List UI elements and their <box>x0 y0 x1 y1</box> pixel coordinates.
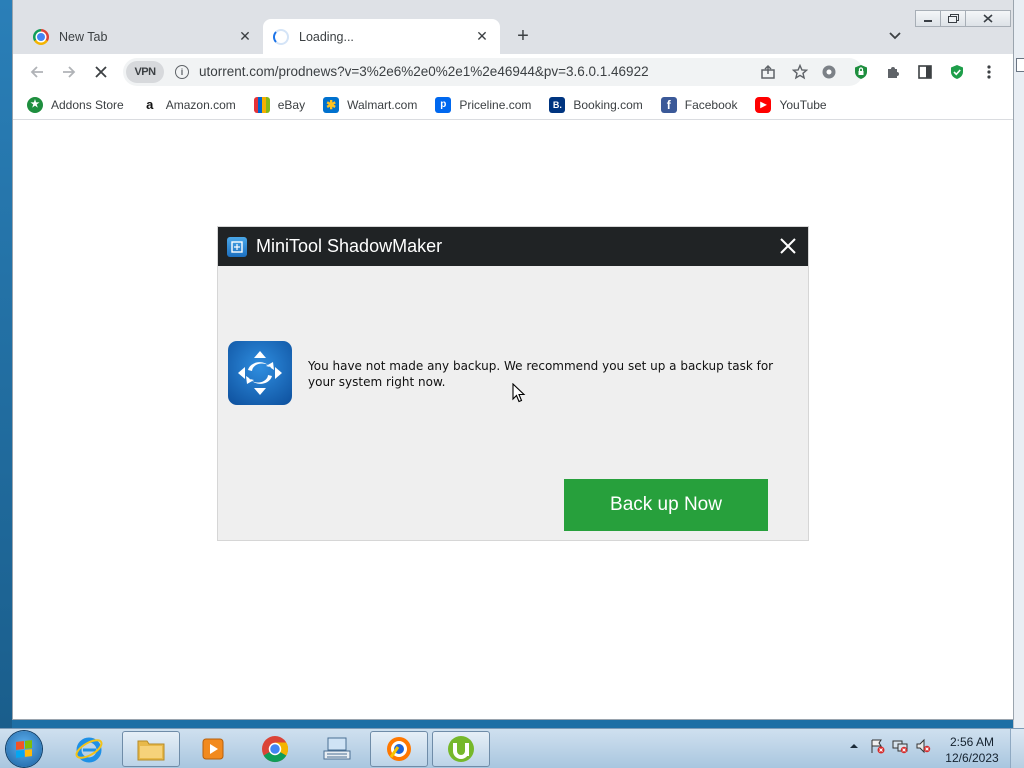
bookmark-facebook[interactable]: f Facebook <box>660 96 738 113</box>
bookmark-priceline[interactable]: p Priceline.com <box>435 96 532 113</box>
bookmark-addons-store[interactable]: ★ Addons Store <box>27 96 124 113</box>
tab-title: Loading... <box>299 29 354 44</box>
volume-muted-icon[interactable] <box>914 737 932 755</box>
dialog-title: MiniTool ShadowMaker <box>256 236 443 256</box>
clock-date: 12/6/2023 <box>945 751 999 765</box>
back-up-now-button[interactable]: Back up Now <box>564 479 768 531</box>
shadowmaker-logo-icon <box>228 341 292 405</box>
dialog-message: You have not made any backup. We recomme… <box>308 359 774 389</box>
restore-button[interactable] <box>940 10 966 27</box>
bookmark-amazon[interactable]: a Amazon.com <box>141 96 236 113</box>
taskbar: 2:56 AM 12/6/2023 <box>0 728 1024 768</box>
tab-search-chevron-icon[interactable] <box>885 26 905 46</box>
bookmark-youtube[interactable]: ▶ YouTube <box>755 96 827 113</box>
bookmark-label: eBay <box>277 97 306 112</box>
priceline-icon: p <box>435 96 452 113</box>
media-player-icon[interactable] <box>184 731 242 767</box>
bookmark-label: Facebook <box>684 97 738 112</box>
address-bar[interactable]: VPN i utorrent.com/prodnews?v=3%2e6%2e0%… <box>123 58 863 86</box>
utorrent-icon[interactable] <box>432 731 490 767</box>
bookmark-star-icon[interactable] <box>791 63 809 81</box>
desktop-background <box>0 0 12 728</box>
minimize-button[interactable] <box>915 10 941 27</box>
walmart-icon: ✱ <box>323 96 340 113</box>
tab-close-icon[interactable]: ✕ <box>237 28 253 45</box>
back-button[interactable] <box>25 60 49 84</box>
show-hidden-icons-chevron-icon[interactable] <box>845 737 863 755</box>
tab-close-icon[interactable]: ✕ <box>474 28 490 45</box>
page-content: MiniTool ShadowMaker You have not made a… <box>13 121 1013 718</box>
extensions-puzzle-icon[interactable] <box>883 62 903 82</box>
tab-loading[interactable]: Loading... ✕ <box>263 19 500 54</box>
side-panel-icon[interactable] <box>915 62 935 82</box>
adblock-shield-icon[interactable] <box>851 62 871 82</box>
youtube-icon: ▶ <box>755 96 772 113</box>
browser-toolbar: VPN i utorrent.com/prodnews?v=3%2e6%2e0%… <box>13 54 1013 90</box>
bookmark-booking[interactable]: B. Booking.com <box>549 96 643 113</box>
menu-kebab-icon[interactable] <box>979 62 999 82</box>
addons-store-icon: ★ <box>27 96 43 113</box>
forward-button[interactable] <box>57 60 81 84</box>
close-window-button[interactable] <box>965 10 1011 27</box>
action-center-flag-icon[interactable] <box>868 737 886 755</box>
taskbar-clock[interactable]: 2:56 AM 12/6/2023 <box>942 734 1002 766</box>
tab-title: New Tab <box>59 29 108 44</box>
system-tray <box>845 737 937 755</box>
stop-loading-button[interactable] <box>89 60 113 84</box>
browser-window: New Tab ✕ Loading... ✕ + VPN i utorrent.… <box>12 0 1014 720</box>
dialog-titlebar: MiniTool ShadowMaker <box>218 227 808 266</box>
show-desktop-button[interactable] <box>1010 729 1024 768</box>
mouse-cursor-icon <box>512 383 526 403</box>
bookmark-label: Walmart.com <box>347 97 418 112</box>
ebay-icon: e <box>253 96 270 113</box>
internet-explorer-icon[interactable] <box>60 731 118 767</box>
background-window-edge <box>1013 0 1024 728</box>
keyboard-app-icon[interactable] <box>308 731 366 767</box>
new-tab-button[interactable]: + <box>511 24 535 48</box>
network-icon[interactable] <box>891 737 909 755</box>
bookmarks-bar: ★ Addons Store a Amazon.com e eBay ✱ Wal… <box>13 90 1013 120</box>
spinner-icon <box>273 28 289 45</box>
amazon-icon: a <box>141 96 158 113</box>
site-info-icon[interactable]: i <box>175 65 189 79</box>
bookmark-ebay[interactable]: e eBay <box>253 96 306 113</box>
bookmark-label: YouTube <box>779 97 827 112</box>
vpn-button[interactable]: VPN <box>126 61 164 83</box>
chrome-icon <box>33 28 49 45</box>
facebook-icon: f <box>660 96 677 113</box>
start-button[interactable] <box>6 731 42 767</box>
extension-gear-icon[interactable] <box>819 62 839 82</box>
url-text[interactable]: utorrent.com/prodnews?v=3%2e6%2e0%2e1%2e… <box>199 64 649 79</box>
tab-strip: New Tab ✕ Loading... ✕ + <box>13 0 1013 54</box>
bookmark-label: Addons Store <box>51 97 124 112</box>
bookmark-label: Booking.com <box>573 97 643 112</box>
bookmark-label: Amazon.com <box>165 97 236 112</box>
windows-logo-icon <box>16 740 32 758</box>
bookmark-walmart[interactable]: ✱ Walmart.com <box>323 96 418 113</box>
background-window-button <box>1016 58 1024 72</box>
security-check-icon[interactable] <box>947 62 967 82</box>
tab-new-tab[interactable]: New Tab ✕ <box>23 19 263 54</box>
clock-time: 2:56 AM <box>949 735 995 749</box>
bookmark-label: Priceline.com <box>459 97 532 112</box>
shadowmaker-app-icon <box>227 236 247 257</box>
booking-icon: B. <box>549 96 566 113</box>
chrome-icon[interactable] <box>246 731 304 767</box>
avast-browser-icon[interactable] <box>370 731 428 767</box>
share-icon[interactable] <box>759 63 777 81</box>
dialog-close-icon[interactable] <box>778 236 798 256</box>
file-explorer-icon[interactable] <box>122 731 180 767</box>
window-controls <box>915 10 1011 27</box>
